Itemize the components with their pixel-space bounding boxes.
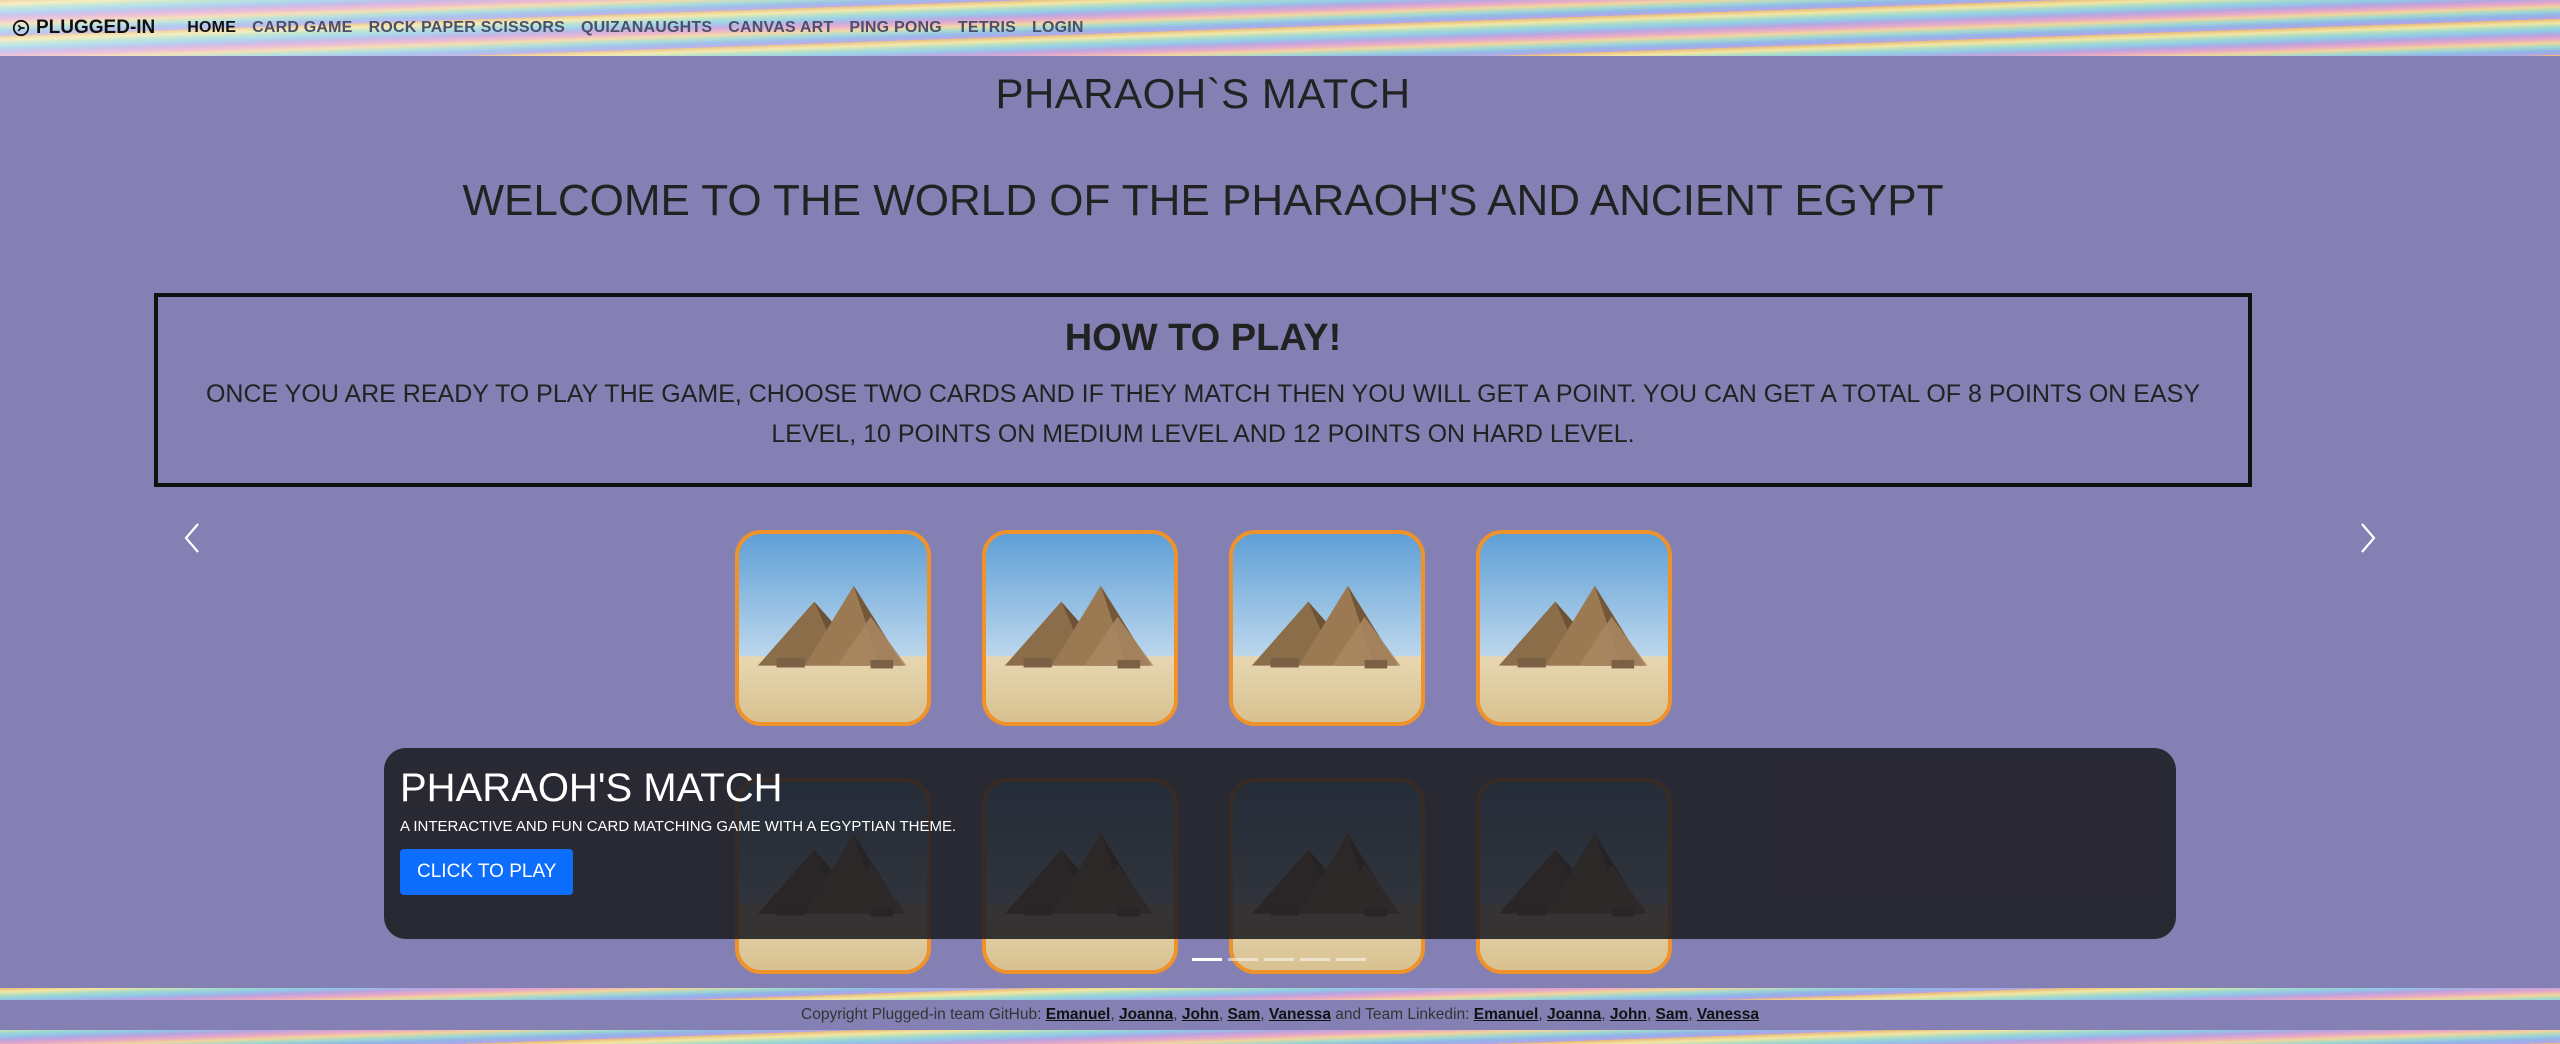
carousel-indicator[interactable] — [1192, 958, 1222, 961]
footer-text: Copyright Plugged-in team GitHub: Emanue… — [801, 1006, 1759, 1023]
carousel-indicator[interactable] — [1228, 958, 1258, 961]
carousel-next-button[interactable] — [2348, 508, 2388, 568]
plug-circle-icon — [12, 19, 30, 37]
linkedin-link-sam[interactable]: Sam — [1656, 1006, 1689, 1023]
nav-links: HOME CARD GAME ROCK PAPER SCISSORS QUIZA… — [179, 19, 1091, 37]
nav-link-tetris[interactable]: TETRIS — [950, 19, 1024, 37]
nav-link-rock-paper-scissors[interactable]: ROCK PAPER SCISSORS — [361, 19, 573, 37]
brand-label: PLUGGED-IN — [36, 17, 156, 38]
linkedin-link-john[interactable]: John — [1610, 1006, 1647, 1023]
caption-subtitle: A INTERACTIVE AND FUN CARD MATCHING GAME… — [400, 818, 957, 835]
linkedin-link-emanuel[interactable]: Emanuel — [1474, 1006, 1539, 1023]
carousel-prev-button[interactable] — [172, 508, 212, 568]
click-to-play-button[interactable]: CLICK TO PLAY — [400, 849, 574, 895]
github-link-sam[interactable]: Sam — [1228, 1006, 1261, 1023]
chevron-left-icon — [184, 523, 199, 553]
pyramids-image — [986, 534, 1174, 722]
github-link-emanuel[interactable]: Emanuel — [1046, 1006, 1111, 1023]
pyramids-image — [1233, 534, 1421, 722]
how-to-play-box: HOW TO PLAY! ONCE YOU ARE READY TO PLAY … — [154, 293, 2252, 487]
welcome-heading: WELCOME TO THE WORLD OF THE PHARAOH'S AN… — [462, 176, 1944, 225]
nav-link-login[interactable]: LOGIN — [1024, 19, 1092, 37]
caption-title: PHARAOH'S MATCH — [400, 766, 783, 810]
footer-middle: and Team Linkedin: — [1335, 1006, 1470, 1023]
pyramids-image — [739, 534, 927, 722]
carousel-indicator[interactable] — [1336, 958, 1366, 961]
github-link-john[interactable]: John — [1182, 1006, 1219, 1023]
linkedin-link-vanessa[interactable]: Vanessa — [1697, 1006, 1759, 1023]
github-link-vanessa[interactable]: Vanessa — [1269, 1006, 1331, 1023]
game-card[interactable] — [735, 530, 931, 726]
nav-link-canvas-art[interactable]: CANVAS ART — [720, 19, 841, 37]
carousel: PHARAOH'S MATCH A INTERACTIVE AND FUN CA… — [0, 500, 2560, 980]
game-card[interactable] — [1476, 530, 1672, 726]
nav-link-quizanaughts[interactable]: QUIZANAUGHTS — [573, 19, 720, 37]
brand-link[interactable]: PLUGGED-IN — [12, 17, 155, 39]
how-to-play-text: ONCE YOU ARE READY TO PLAY THE GAME, CHO… — [205, 380, 2201, 448]
carousel-caption: PHARAOH'S MATCH A INTERACTIVE AND FUN CA… — [384, 748, 2176, 939]
page-title: PHARAOH`S MATCH — [995, 70, 1411, 117]
navbar: PLUGGED-IN HOME CARD GAME ROCK PAPER SCI… — [0, 0, 2560, 56]
carousel-indicator[interactable] — [1264, 958, 1294, 961]
chevron-right-icon — [2361, 523, 2376, 553]
nav-link-home[interactable]: HOME — [179, 19, 244, 37]
linkedin-link-joanna[interactable]: Joanna — [1547, 1006, 1601, 1023]
footer: Copyright Plugged-in team GitHub: Emanue… — [0, 988, 2560, 1044]
carousel-indicators — [1192, 958, 1366, 961]
nav-link-card-game[interactable]: CARD GAME — [244, 19, 360, 37]
game-card[interactable] — [982, 530, 1178, 726]
nav-link-ping-pong[interactable]: PING PONG — [841, 19, 949, 37]
github-link-joanna[interactable]: Joanna — [1119, 1006, 1173, 1023]
footer-prefix: Copyright Plugged-in team GitHub: — [801, 1006, 1042, 1023]
how-to-play-title: HOW TO PLAY! — [1064, 317, 1342, 359]
carousel-indicator[interactable] — [1300, 958, 1330, 961]
game-card[interactable] — [1229, 530, 1425, 726]
pyramids-image — [1480, 534, 1668, 722]
